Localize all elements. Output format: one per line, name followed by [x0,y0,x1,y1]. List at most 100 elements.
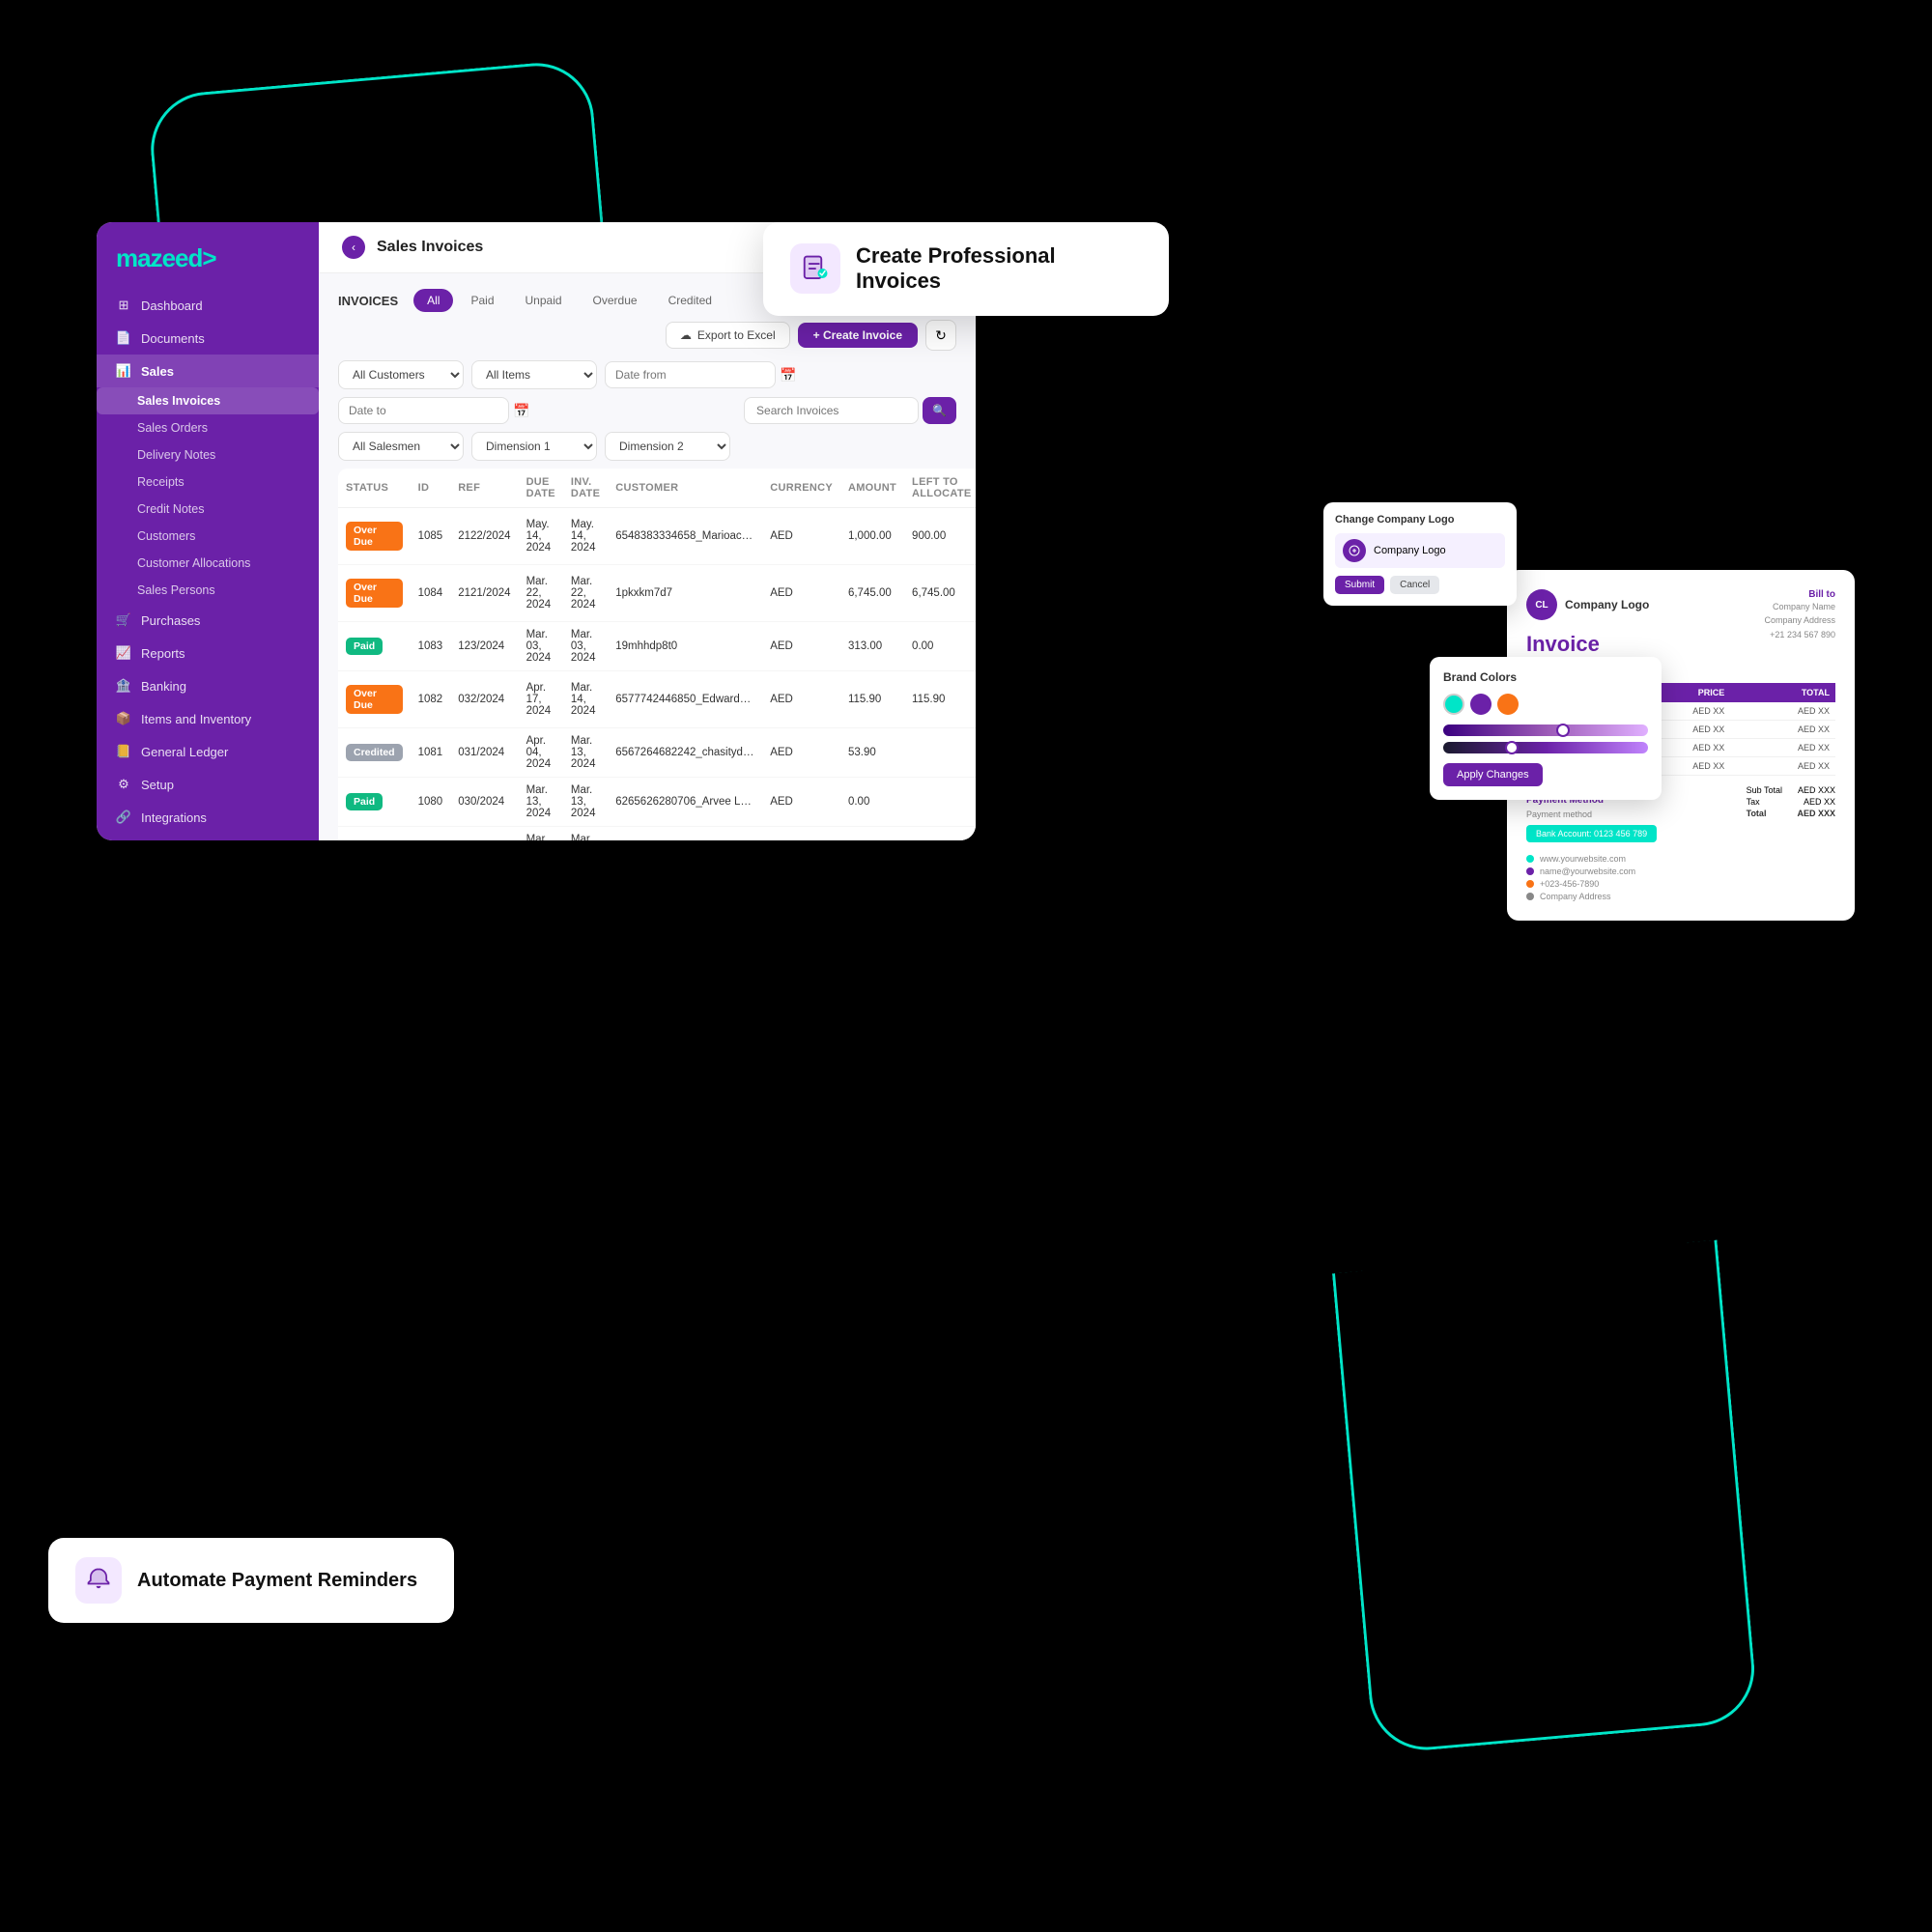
cell-customer: 6548383334658_Marioacumb Mario [608,508,762,565]
cell-left [904,728,976,778]
date-to-input[interactable] [338,397,509,424]
sidebar-item-setup[interactable]: ⚙ Setup [97,768,319,801]
sidebar-item-integrations[interactable]: 🔗 Integrations [97,801,319,834]
items-filter[interactable]: All Items [471,360,597,389]
table-row[interactable]: Paid 1083 123/2024 Mar. 03, 2024 Mar. 03… [338,622,976,671]
cell-amount: 0.00 [840,827,904,841]
tab-credited[interactable]: Credited [655,289,725,312]
dimension1-filter[interactable]: Dimension 1 [471,432,597,461]
invoice-company-name: Company Logo [1565,598,1649,611]
sidebar-subitem-credit-notes[interactable]: Credit Notes [97,496,319,523]
sidebar-item-banking[interactable]: 🏦 Banking [97,669,319,702]
cell-ref: 030/2024 [450,778,518,827]
logo-submit-button[interactable]: Submit [1335,576,1384,594]
status-badge: Over Due [346,685,403,714]
sidebar-subitem-receipts[interactable]: Receipts [97,469,319,496]
table-row[interactable]: Credited 1081 031/2024 Apr. 04, 2024 Mar… [338,728,976,778]
invoice-bill-to: Bill to Company Name Company Address +21… [1764,589,1835,669]
col-due-date: DUE DATE [519,469,563,508]
sidebar-item-manage-import[interactable]: ⬆ Manage Import [97,834,319,840]
item-total: AED XX [1730,757,1835,776]
slider-track-purple [1443,724,1648,736]
create-invoice-button[interactable]: + Create Invoice [798,323,918,348]
tab-all[interactable]: All [413,289,453,312]
status-badge: Paid [346,638,383,655]
sidebar-subitem-customer-allocations[interactable]: Customer Allocations [97,550,319,577]
color-swatches [1443,694,1648,715]
purchases-icon: 🛒 [116,612,131,628]
search-input[interactable] [744,397,919,424]
back-button[interactable]: ‹ [342,236,365,259]
ledger-icon: 📒 [116,744,131,759]
total-label: Total [1747,809,1767,818]
tab-group: All Paid Unpaid Overdue Credited [413,289,725,312]
sidebar-subitem-sales-orders[interactable]: Sales Orders [97,414,319,441]
tax-label: Tax [1747,797,1760,807]
table-row[interactable]: Paid 1080 030/2024 Mar. 13, 2024 Mar. 13… [338,778,976,827]
color-swatch-orange[interactable] [1497,694,1519,715]
invoice-footer-item: name@yourwebsite.com [1526,867,1835,876]
cell-id: 1083 [411,622,451,671]
cell-due-date: Apr. 04, 2024 [519,728,563,778]
table-row[interactable]: Over Due 1085 2122/2024 May. 14, 2024 Ma… [338,508,976,565]
cell-left: 0.00 [904,622,976,671]
invoice-footer-item: +023-456-7890 [1526,879,1835,889]
brand-colors-card: Brand Colors Apply Changes [1430,657,1662,800]
search-button[interactable]: 🔍 [923,397,956,424]
sidebar-sublabel-sales-orders: Sales Orders [137,421,208,435]
table-row[interactable]: Paid 1079 029/2024 Mar. 11, 2024 Mar. 11… [338,827,976,841]
slider-thumb-2[interactable] [1505,741,1519,754]
bank-account-button[interactable]: Bank Account: 0123 456 789 [1526,825,1657,842]
color-swatch-teal[interactable] [1443,694,1464,715]
sidebar-item-reports[interactable]: 📈 Reports [97,637,319,669]
refresh-button[interactable]: ↻ [925,320,956,351]
cell-currency: AED [762,671,840,728]
item-total: AED XX [1730,721,1835,739]
sidebar-item-dashboard[interactable]: ⊞ Dashboard [97,289,319,322]
bill-to-address: Company Address [1764,613,1835,627]
color-slider-1[interactable] [1443,724,1648,736]
cell-left [904,827,976,841]
customers-filter[interactable]: All Customers [338,360,464,389]
col-status: STATUS [338,469,411,508]
slider-thumb-1[interactable] [1556,724,1570,737]
sidebar-subitem-delivery-notes[interactable]: Delivery Notes [97,441,319,469]
sidebar-item-purchases[interactable]: 🛒 Purchases [97,604,319,637]
dimension2-filter[interactable]: Dimension 2 [605,432,730,461]
sidebar-subitem-customers[interactable]: Customers [97,523,319,550]
items-icon: 📦 [116,711,131,726]
bell-icon [85,1567,112,1594]
export-button[interactable]: ☁ Export to Excel [666,322,790,349]
sidebar-sublabel-receipts: Receipts [137,475,185,489]
cell-customer: 1pkxkm7d7 [608,565,762,622]
sidebar-item-sales[interactable]: 📊 Sales [97,355,319,387]
logo-cancel-button[interactable]: Cancel [1390,576,1439,594]
salesmen-filter[interactable]: All Salesmen [338,432,464,461]
table-row[interactable]: Over Due 1082 032/2024 Apr. 17, 2024 Mar… [338,671,976,728]
sidebar-item-items[interactable]: 📦 Items and Inventory [97,702,319,735]
tab-overdue[interactable]: Overdue [580,289,651,312]
table-row[interactable]: Over Due 1084 2121/2024 Mar. 22, 2024 Ma… [338,565,976,622]
apply-changes-button[interactable]: Apply Changes [1443,763,1543,786]
invoice-footer: www.yourwebsite.comname@yourwebsite.com+… [1526,854,1835,901]
feature-card-payments: Automate Payment Reminders [48,1538,454,1623]
invoice-footer-item: Company Address [1526,892,1835,901]
cell-currency: AED [762,622,840,671]
tab-unpaid[interactable]: Unpaid [512,289,576,312]
sidebar: mazeed> ⊞ Dashboard 📄 Documents 📊 Sales … [97,222,319,840]
sidebar-subitem-sales-persons[interactable]: Sales Persons [97,577,319,604]
sidebar-item-documents[interactable]: 📄 Documents [97,322,319,355]
sidebar-label-reports: Reports [141,646,185,661]
color-slider-2[interactable] [1443,742,1648,753]
tab-paid[interactable]: Paid [457,289,507,312]
subtotal-value: AED XXX [1798,785,1835,795]
sidebar-item-ledger[interactable]: 📒 General Ledger [97,735,319,768]
sidebar-subitem-sales-invoices[interactable]: Sales Invoices [97,387,319,414]
filter-row-1: All Customers All Items 📅 📅 🔍 [338,360,956,424]
cell-inv-date: Mar. 13, 2024 [563,778,608,827]
date-from-input[interactable] [605,361,776,388]
logo-popup-buttons: Submit Cancel [1335,576,1505,594]
invoice-icon [801,254,830,283]
color-swatch-purple[interactable] [1470,694,1492,715]
item-total: AED XX [1730,702,1835,721]
